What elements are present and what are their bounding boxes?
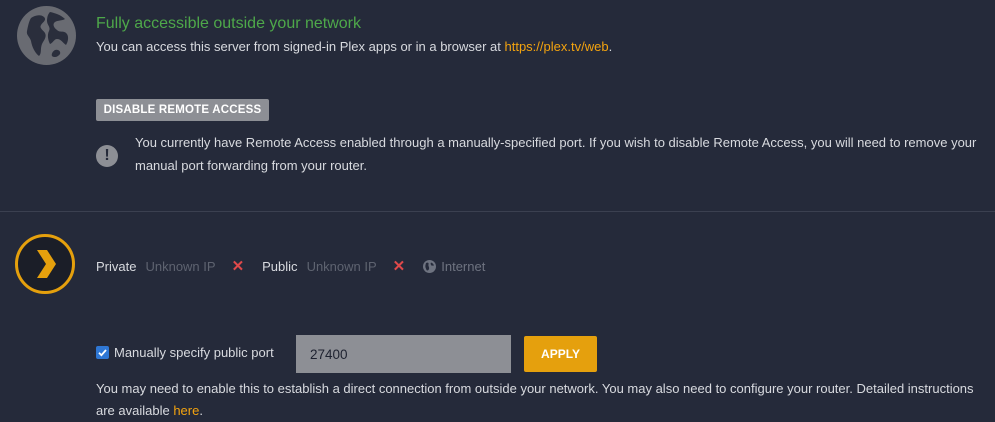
status-description-text: You can access this server from signed-i… — [96, 39, 505, 54]
warning-message: You currently have Remote Access enabled… — [135, 135, 977, 173]
internet-label: Internet — [441, 258, 486, 274]
manual-port-checkbox-label[interactable]: Manually specify public port — [114, 345, 274, 360]
help-text-end: . — [199, 403, 203, 418]
remote-access-status-description: You can access this server from signed-i… — [96, 39, 612, 54]
disable-remote-access-button[interactable]: DISABLE REMOTE ACCESS — [96, 99, 269, 121]
public-label: Public — [262, 258, 298, 274]
status-description-end: . — [608, 39, 613, 54]
private-error-x-icon: ✕ — [231, 258, 245, 275]
exclamation-icon: ! — [96, 145, 118, 167]
instructions-here-link[interactable]: here — [173, 403, 199, 418]
internet-globe-icon — [423, 259, 437, 273]
public-port-input[interactable] — [296, 335, 511, 373]
apply-button[interactable]: APPLY — [524, 336, 597, 372]
private-label: Private — [96, 258, 137, 274]
public-ip-value: Unknown IP — [306, 258, 377, 274]
plex-web-link[interactable]: https://plex.tv/web — [505, 39, 609, 54]
connection-status-row: Private Unknown IP ✕ Public Unknown IP ✕… — [96, 257, 485, 275]
globe-icon — [17, 6, 76, 65]
public-error-x-icon: ✕ — [392, 258, 406, 275]
section-divider — [0, 211, 995, 212]
remote-access-status-title: Fully accessible outside your network — [96, 15, 362, 32]
manual-port-help-text: You may need to enable this to establish… — [96, 378, 991, 422]
manual-port-checkbox-row[interactable]: Manually specify public port — [96, 345, 274, 360]
manual-port-checkbox[interactable] — [96, 346, 109, 359]
help-text-body: You may need to enable this to establish… — [96, 381, 974, 418]
plex-chevron-icon — [15, 234, 75, 294]
checkmark-icon — [98, 349, 107, 357]
private-ip-value: Unknown IP — [145, 258, 216, 274]
